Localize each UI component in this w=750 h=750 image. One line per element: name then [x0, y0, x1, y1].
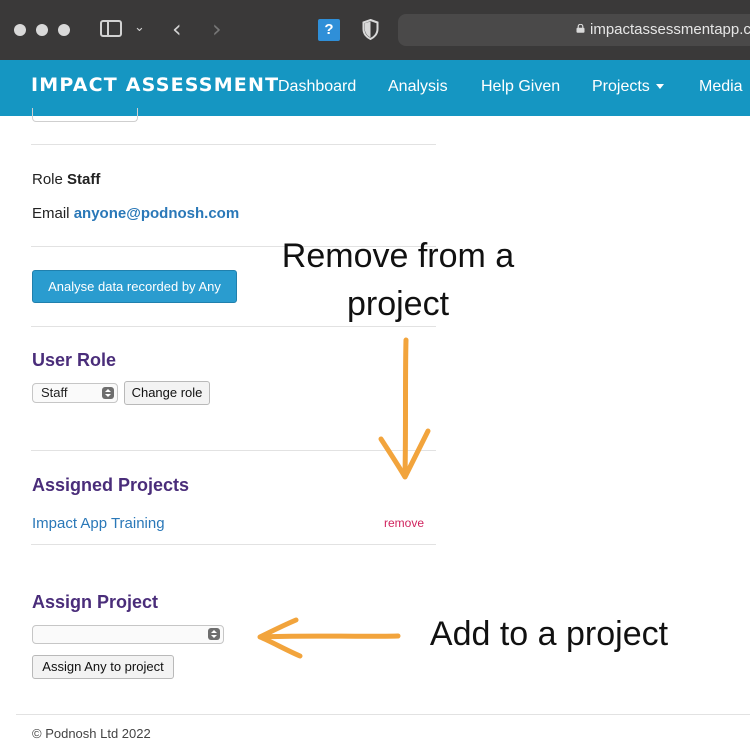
select-stepper-icon — [102, 387, 114, 399]
email-link[interactable]: anyone@podnosh.com — [74, 205, 239, 222]
nav-analysis[interactable]: Analysis — [388, 78, 448, 96]
user-role-title: User Role — [32, 350, 117, 370]
footer-divider — [16, 714, 750, 715]
analyse-data-button[interactable]: Analyse data recorded by Any — [32, 270, 237, 303]
remove-project-link[interactable]: remove — [384, 516, 424, 530]
footer-copyright: © Podnosh Ltd 2022 — [32, 726, 151, 741]
role-select-value: Staff — [41, 385, 68, 400]
scrolled-select-partial[interactable] — [32, 108, 138, 122]
forward-icon[interactable]: › — [212, 17, 222, 41]
role-select[interactable]: Staff — [32, 383, 118, 403]
assign-project-title: Assign Project — [32, 592, 159, 612]
assign-to-project-button[interactable]: Assign Any to project — [32, 655, 174, 679]
help-extension-icon[interactable]: ? — [318, 19, 340, 41]
back-icon[interactable]: ‹ — [172, 17, 182, 41]
chevron-down-icon[interactable]: ⌄ — [134, 21, 145, 34]
brand-logo[interactable]: IMPACT ASSESSMENT — [31, 74, 279, 96]
email-label: Email — [32, 205, 70, 222]
maximize-window-button[interactable] — [58, 24, 70, 36]
sidebar-toggle-icon[interactable] — [100, 20, 122, 37]
url-text: impactassessmentapp.c — [590, 21, 750, 38]
divider — [31, 544, 436, 545]
role-label: Role — [32, 171, 63, 188]
caret-down-icon — [655, 84, 664, 90]
role-detail: Role Staff — [32, 171, 100, 188]
role-value: Staff — [67, 171, 101, 188]
minimize-window-button[interactable] — [36, 24, 48, 36]
select-stepper-icon — [208, 628, 220, 640]
lock-icon — [576, 24, 585, 33]
email-detail: Email anyone@podnosh.com — [32, 205, 239, 222]
project-link[interactable]: Impact App Training — [32, 515, 165, 532]
nav-projects[interactable]: Projects — [592, 78, 664, 96]
nav-dashboard[interactable]: Dashboard — [278, 78, 356, 96]
nav-help-given[interactable]: Help Given — [481, 78, 560, 96]
remove-annotation-line2: project — [346, 285, 450, 323]
add-annotation: Add to a project — [429, 615, 669, 653]
down-arrow-icon — [378, 337, 431, 480]
change-role-button[interactable]: Change role — [124, 381, 210, 405]
nav-projects-label: Projects — [592, 78, 650, 95]
remove-annotation: Remove from a project — [250, 232, 546, 328]
nav-media[interactable]: Media — [699, 78, 743, 96]
assigned-projects-title: Assigned Projects — [32, 475, 190, 495]
remove-annotation-line1: Remove from a — [281, 237, 515, 275]
shield-icon[interactable] — [362, 19, 379, 40]
assign-project-select[interactable] — [32, 625, 224, 644]
close-window-button[interactable] — [14, 24, 26, 36]
browser-toolbar: ⌄ ‹ › ? impactassessmentapp.c — [0, 0, 750, 60]
left-arrow-icon — [257, 617, 401, 659]
divider — [31, 144, 436, 145]
